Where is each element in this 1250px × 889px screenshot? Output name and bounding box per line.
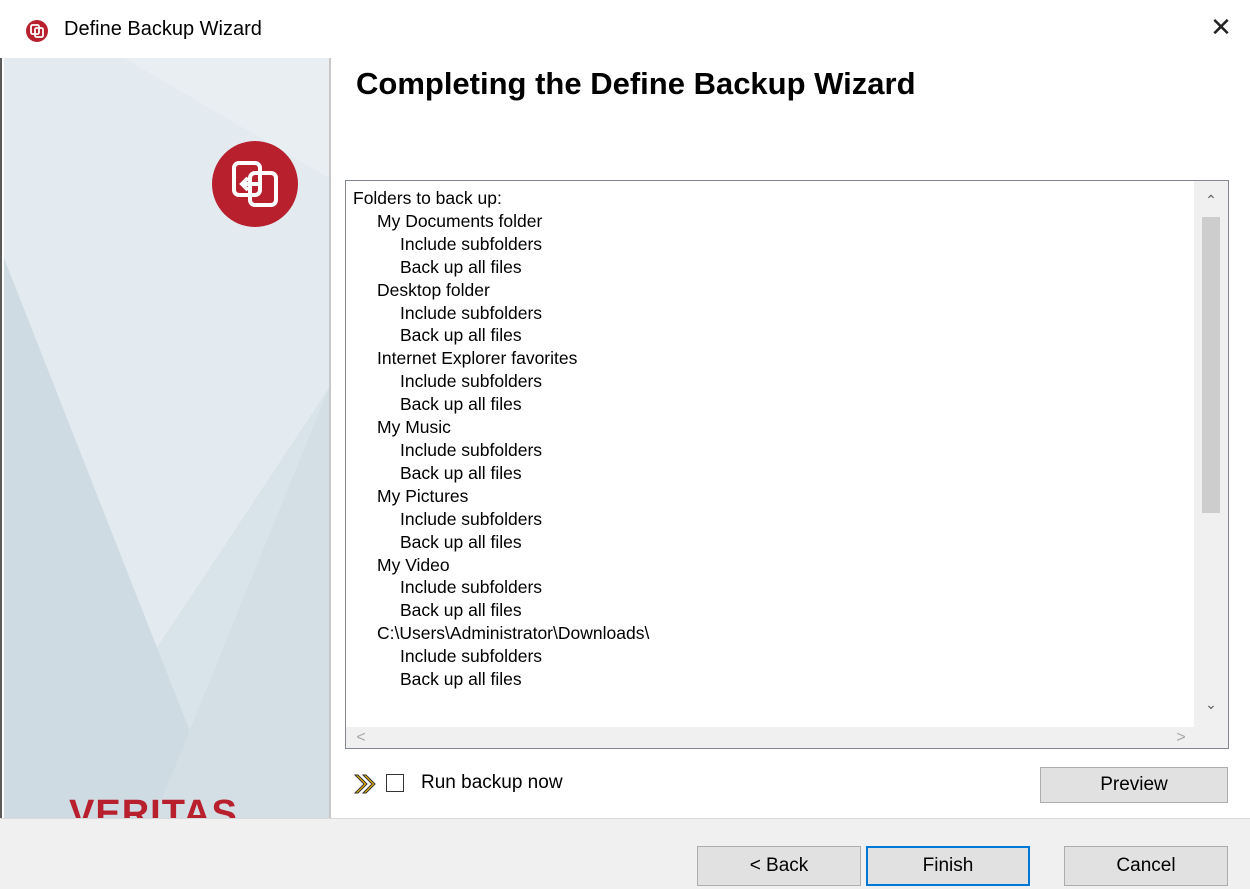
summary-line: Back up all files xyxy=(400,462,522,483)
scroll-up-icon[interactable]: ⌃ xyxy=(1194,183,1228,217)
run-now-icon xyxy=(353,774,376,794)
cancel-button[interactable]: Cancel xyxy=(1064,846,1228,886)
summary-line: My Pictures xyxy=(377,485,469,506)
summary-line: Internet Explorer favorites xyxy=(377,348,578,369)
page-title: Completing the Define Backup Wizard xyxy=(356,66,916,101)
veritas-logo: VERITAS xyxy=(69,793,238,818)
vertical-scroll-thumb[interactable] xyxy=(1202,217,1220,513)
summary-line: Back up all files xyxy=(400,256,522,277)
summary-line: Back up all files xyxy=(400,600,522,621)
back-button[interactable]: < Back xyxy=(697,846,861,886)
summary-line: Desktop folder xyxy=(377,279,490,300)
close-button[interactable]: ✕ xyxy=(1206,12,1236,42)
summary-line: Include subfolders xyxy=(400,577,543,598)
run-backup-now-label[interactable]: Run backup now xyxy=(421,772,563,794)
scroll-down-icon[interactable]: ⌄ xyxy=(1194,687,1228,721)
summary-list: Folders to back up: My Documents folder In… xyxy=(353,187,649,691)
window-left-border xyxy=(0,58,2,818)
summary-line: Back up all files xyxy=(400,531,522,552)
scroll-right-icon[interactable]: > xyxy=(1170,727,1192,748)
close-icon: ✕ xyxy=(1210,12,1232,42)
panel-divider xyxy=(329,58,331,818)
wizard-footer xyxy=(0,818,1250,889)
summary-line: Back up all files xyxy=(400,394,522,415)
summary-line: Include subfolders xyxy=(400,508,543,529)
window-title: Define Backup Wizard xyxy=(64,18,262,40)
backup-arrow-icon xyxy=(212,141,298,227)
summary-line: Include subfolders xyxy=(400,646,543,667)
summary-line: Include subfolders xyxy=(400,233,543,254)
summary-line: Folders to back up: xyxy=(353,188,502,208)
horizontal-scrollbar[interactable]: < > xyxy=(346,727,1196,748)
summary-line: Back up all files xyxy=(400,669,522,690)
summary-line: My Video xyxy=(377,554,450,575)
backup-summary-textbox[interactable]: Folders to back up: My Documents folder In… xyxy=(345,180,1229,749)
scroll-left-icon[interactable]: < xyxy=(350,727,372,748)
wizard-side-banner: VERITAS xyxy=(4,58,329,818)
scrollbar-corner xyxy=(1194,727,1228,748)
vertical-scrollbar[interactable]: ⌃ ⌄ xyxy=(1194,181,1228,729)
summary-line: C:\Users\Administrator\Downloads\ xyxy=(377,623,650,644)
app-icon xyxy=(26,20,48,42)
summary-line: My Documents folder xyxy=(377,210,543,231)
finish-button[interactable]: Finish xyxy=(866,846,1030,886)
summary-line: Include subfolders xyxy=(400,439,543,460)
summary-line: My Music xyxy=(377,417,451,438)
summary-line: Include subfolders xyxy=(400,371,543,392)
title-bar: Define Backup Wizard ✕ xyxy=(0,0,1250,58)
summary-line: Include subfolders xyxy=(400,302,543,323)
preview-button[interactable]: Preview xyxy=(1040,767,1228,803)
summary-line: Back up all files xyxy=(400,325,522,346)
run-backup-now-checkbox[interactable] xyxy=(386,774,404,792)
